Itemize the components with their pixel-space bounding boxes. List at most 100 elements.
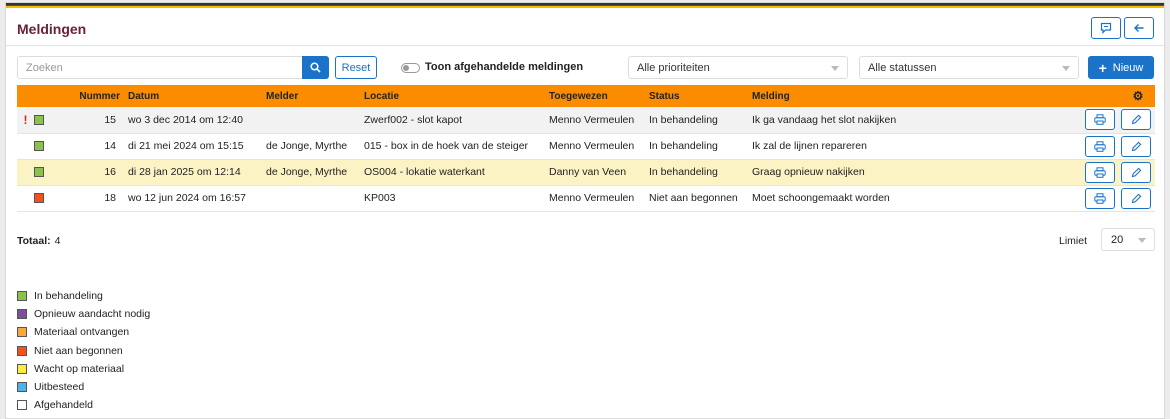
edit-button[interactable] (1121, 109, 1151, 131)
pencil-icon (1131, 167, 1141, 177)
cell-status: In behandeling (649, 133, 752, 160)
cell-locatie: Zwerf002 - slot kapot (364, 107, 549, 134)
priority-flag: ! (17, 107, 34, 134)
legend-label: Opnieuw aandacht nodig (34, 308, 151, 321)
table-row[interactable]: 14 di 21 mei 2024 om 15:15 de Jonge, Myr… (17, 133, 1155, 160)
printer-icon (1094, 192, 1106, 204)
printer-icon (1094, 114, 1106, 126)
pencil-icon (1131, 114, 1141, 125)
status-select-value: Alle statussen (868, 61, 937, 74)
settings-button[interactable]: ⚙ (1121, 85, 1155, 107)
legend-swatch (17, 345, 27, 356)
cell-locatie: OS004 - lokatie waterkant (364, 159, 549, 186)
search-input[interactable] (17, 56, 303, 79)
chat-icon (1100, 22, 1112, 34)
col-toegewezen[interactable]: Toegewezen (549, 85, 649, 107)
chevron-down-icon (1138, 238, 1146, 243)
pencil-icon (1131, 193, 1141, 203)
edit-button[interactable] (1121, 161, 1151, 183)
page-title: Meldingen (17, 21, 87, 37)
pencil-icon (1131, 141, 1141, 151)
table-row[interactable]: ! 15 wo 3 dec 2014 om 12:40 Zwerf002 - s… (17, 107, 1155, 134)
edit-button[interactable] (1121, 135, 1151, 157)
cell-status: In behandeling (649, 159, 752, 186)
table-header-row: Nummer Datum Melder Locatie Toegewezen S… (17, 85, 1155, 107)
legend-label: In behandeling (34, 290, 103, 303)
legend-item: Opnieuw aandacht nodig (17, 305, 150, 323)
table-row[interactable]: 18 wo 12 jun 2024 om 16:57 KP003 Menno V… (17, 185, 1155, 212)
col-melder[interactable]: Melder (266, 85, 364, 107)
cell-melder: de Jonge, Myrthe (266, 133, 364, 160)
chevron-down-icon (831, 66, 839, 71)
legend-label: Uitbesteed (34, 381, 85, 394)
meldingen-table: Nummer Datum Melder Locatie Toegewezen S… (17, 85, 1155, 212)
gear-icon: ⚙ (1132, 89, 1144, 103)
cell-toegewezen: Menno Vermeulen (549, 133, 649, 160)
priority-select-value: Alle prioriteiten (637, 61, 710, 74)
print-button[interactable] (1085, 187, 1115, 209)
cell-melding: Graag opnieuw nakijken (752, 159, 1050, 186)
legend-swatch (17, 309, 27, 320)
priority-select[interactable]: Alle prioriteiten (628, 56, 848, 79)
col-locatie[interactable]: Locatie (364, 85, 549, 107)
legend-swatch (17, 327, 27, 338)
cell-melder (266, 107, 364, 134)
new-button[interactable]: + Nieuw (1088, 56, 1154, 79)
arrow-left-icon (1134, 24, 1144, 32)
status-color-square (34, 114, 44, 125)
cell-status: Niet aan begonnen (649, 185, 752, 212)
cell-locatie: KP003 (364, 185, 549, 212)
feedback-button[interactable] (1091, 17, 1121, 39)
legend-label: Afgehandeld (34, 399, 93, 412)
cell-nummer: 15 (54, 107, 128, 134)
total-label: Totaal: (17, 235, 51, 247)
cell-toegewezen: Danny van Veen (549, 159, 649, 186)
legend-label: Materiaal ontvangen (34, 326, 130, 339)
status-legend: In behandeling Opnieuw aandacht nodig Ma… (17, 287, 150, 414)
new-button-label: Nieuw (1112, 61, 1144, 74)
legend-swatch (17, 363, 27, 374)
back-button[interactable] (1124, 17, 1154, 39)
cell-melder (266, 185, 364, 212)
print-button[interactable] (1085, 161, 1115, 183)
cell-toegewezen: Menno Vermeulen (549, 185, 649, 212)
limit-select[interactable]: 20 (1101, 228, 1155, 251)
cell-datum: di 21 mei 2024 om 15:15 (128, 133, 266, 160)
legend-item: Afgehandeld (17, 396, 150, 414)
panel-header: Meldingen (6, 8, 1164, 46)
plus-icon: + (1098, 59, 1107, 76)
cell-locatie: 015 - box in de hoek van de steiger (364, 133, 549, 160)
reset-button[interactable]: Reset (335, 56, 377, 79)
col-melding[interactable]: Melding (752, 85, 1050, 107)
toolbar: Reset Toon afgehandelde meldingen Alle p… (6, 46, 1164, 90)
meldingen-panel: Meldingen Reset Toon afgehandelde meldin… (5, 2, 1165, 419)
printer-icon (1094, 166, 1106, 178)
col-datum[interactable]: Datum (128, 85, 266, 107)
col-nummer[interactable]: Nummer (54, 85, 128, 107)
show-handled-toggle[interactable] (401, 63, 420, 73)
cell-datum: di 28 jan 2025 om 12:14 (128, 159, 266, 186)
priority-flag (17, 159, 34, 186)
legend-item: Uitbesteed (17, 378, 150, 396)
print-button[interactable] (1085, 109, 1115, 131)
status-select[interactable]: Alle statussen (859, 56, 1079, 79)
status-color-square (34, 193, 44, 204)
priority-flag (17, 133, 34, 160)
show-handled-label: Toon afgehandelde meldingen (425, 61, 584, 73)
print-button[interactable] (1085, 135, 1115, 157)
cell-nummer: 14 (54, 133, 128, 160)
edit-button[interactable] (1121, 187, 1151, 209)
chevron-down-icon (1062, 66, 1070, 71)
legend-label: Wacht op materiaal (34, 362, 125, 375)
cell-melding: Ik ga vandaag het slot nakijken (752, 107, 1050, 134)
search-button[interactable] (302, 56, 329, 79)
table-row[interactable]: 16 di 28 jan 2025 om 12:14 de Jonge, Myr… (17, 159, 1155, 186)
cell-melding: Ik zal de lijnen repareren (752, 133, 1050, 160)
status-color-square (34, 141, 44, 152)
col-status[interactable]: Status (649, 85, 752, 107)
status-color-square (34, 167, 44, 178)
cell-datum: wo 12 jun 2024 om 16:57 (128, 185, 266, 212)
legend-swatch (17, 382, 27, 393)
cell-nummer: 16 (54, 159, 128, 186)
limit-label: Limiet (1059, 235, 1088, 247)
